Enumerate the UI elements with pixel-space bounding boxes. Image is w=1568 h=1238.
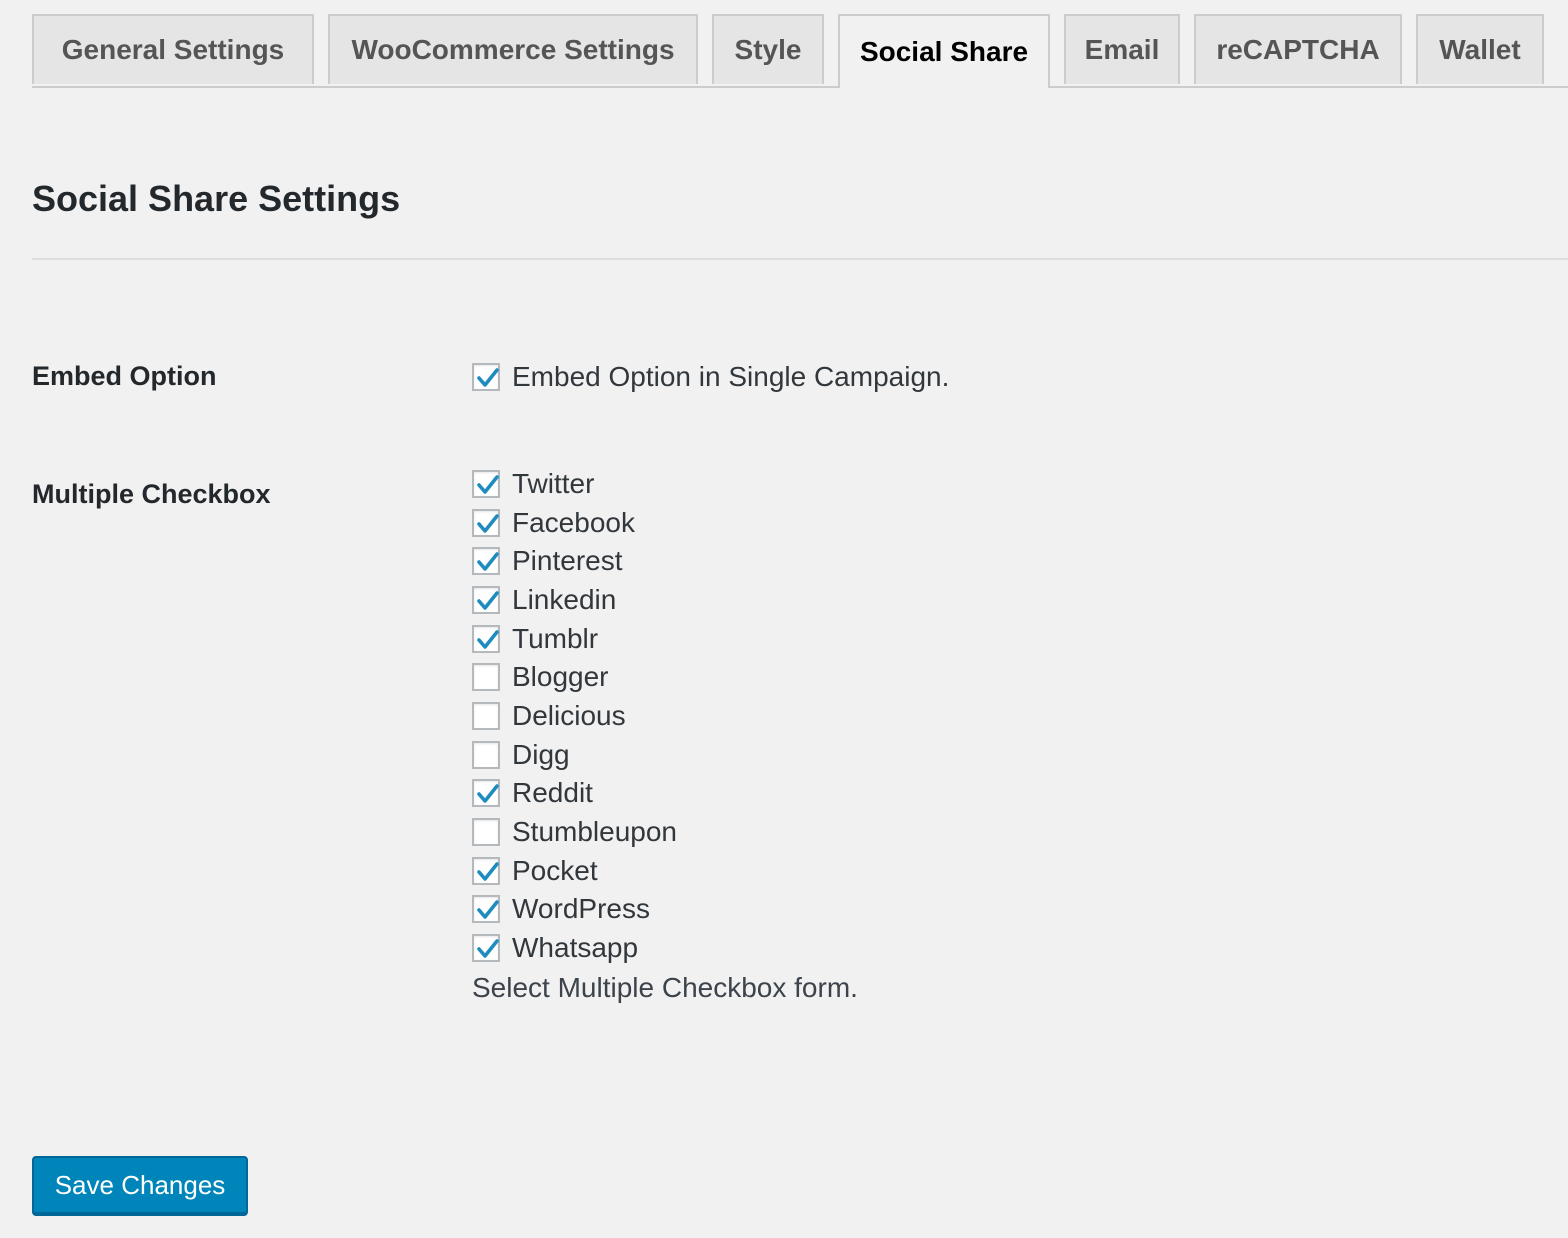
embed-option-label: Embed Option xyxy=(32,361,217,391)
checkbox-whatsapp[interactable] xyxy=(472,934,500,962)
tab-social-share[interactable]: Social Share xyxy=(838,14,1050,88)
checkbox-row-stumbleupon[interactable]: Stumbleupon xyxy=(472,813,677,851)
embed-option-checkbox[interactable] xyxy=(472,363,500,391)
checkbox-twitter[interactable] xyxy=(472,470,500,498)
save-changes-button[interactable]: Save Changes xyxy=(32,1156,248,1214)
settings-tabs: General Settings WooCommerce Settings St… xyxy=(32,14,1568,88)
checkbox-label: Linkedin xyxy=(512,584,617,615)
embed-option-text: Embed Option in Single Campaign. xyxy=(512,361,950,392)
checkbox-row-whatsapp[interactable]: Whatsapp xyxy=(472,929,638,967)
checkbox-label: Delicious xyxy=(512,700,626,731)
tab-general-settings[interactable]: General Settings xyxy=(32,14,314,84)
checkbox-label: Tumblr xyxy=(512,623,599,654)
checkbox-row-digg[interactable]: Digg xyxy=(472,736,570,774)
checkmark-icon xyxy=(477,475,499,494)
checkbox-row-facebook[interactable]: Facebook xyxy=(472,504,635,542)
divider xyxy=(32,258,1568,260)
tab-recaptcha[interactable]: reCAPTCHA xyxy=(1194,14,1402,84)
checkbox-row-wordpress[interactable]: WordPress xyxy=(472,890,650,928)
checkbox-linkedin[interactable] xyxy=(472,586,500,614)
checkbox-row-pocket[interactable]: Pocket xyxy=(472,852,598,890)
tab-style[interactable]: Style xyxy=(712,14,824,84)
field-description: Select Multiple Checkbox form. xyxy=(472,972,858,1003)
tab-email[interactable]: Email xyxy=(1064,14,1180,84)
checkbox-label: Stumbleupon xyxy=(512,816,678,847)
page-title: Social Share Settings xyxy=(32,178,401,219)
checkbox-row-blogger[interactable]: Blogger xyxy=(472,658,609,696)
checkbox-facebook[interactable] xyxy=(472,509,500,537)
settings-page: General Settings WooCommerce Settings St… xyxy=(0,0,1568,1238)
checkbox-delicious[interactable] xyxy=(472,702,500,730)
checkbox-pinterest[interactable] xyxy=(472,547,500,575)
tab-woocommerce-settings[interactable]: WooCommerce Settings xyxy=(328,14,698,84)
checkmark-icon xyxy=(477,900,499,919)
checkbox-row-delicious[interactable]: Delicious xyxy=(472,697,626,735)
checkmark-icon xyxy=(477,784,499,803)
checkbox-label: Reddit xyxy=(512,777,593,808)
multiple-checkbox-label: Multiple Checkbox xyxy=(32,479,271,509)
checkbox-pocket[interactable] xyxy=(472,857,500,885)
checkbox-stumbleupon[interactable] xyxy=(472,818,500,846)
checkmark-icon xyxy=(477,552,499,571)
checkbox-digg[interactable] xyxy=(472,741,500,769)
checkbox-label: Pinterest xyxy=(512,545,623,576)
checkmark-icon xyxy=(477,591,499,610)
checkbox-label: Blogger xyxy=(512,661,609,692)
checkbox-row-tumblr[interactable]: Tumblr xyxy=(472,620,598,658)
checkbox-row-twitter[interactable]: Twitter xyxy=(472,465,594,503)
checkbox-tumblr[interactable] xyxy=(472,625,500,653)
checkbox-label: Digg xyxy=(512,739,570,770)
checkbox-blogger[interactable] xyxy=(472,663,500,691)
checkbox-label: Facebook xyxy=(512,507,635,538)
checkbox-label: Twitter xyxy=(512,468,595,499)
checkbox-row-reddit[interactable]: Reddit xyxy=(472,774,593,812)
checkbox-wordpress[interactable] xyxy=(472,895,500,923)
checkbox-label: WordPress xyxy=(512,893,650,924)
checkbox-row-pinterest[interactable]: Pinterest xyxy=(472,542,623,580)
embed-option-checkbox-row[interactable]: Embed Option in Single Campaign. xyxy=(472,358,949,396)
checkmark-icon xyxy=(477,630,499,649)
checkbox-reddit[interactable] xyxy=(472,779,500,807)
checkmark-icon xyxy=(477,368,499,387)
checkbox-label: Pocket xyxy=(512,855,598,886)
checkmark-icon xyxy=(477,939,499,958)
checkmark-icon xyxy=(477,514,499,533)
checkbox-row-linkedin[interactable]: Linkedin xyxy=(472,581,616,619)
tab-wallet[interactable]: Wallet xyxy=(1416,14,1544,84)
checkmark-icon xyxy=(477,862,499,881)
checkbox-label: Whatsapp xyxy=(512,932,639,963)
